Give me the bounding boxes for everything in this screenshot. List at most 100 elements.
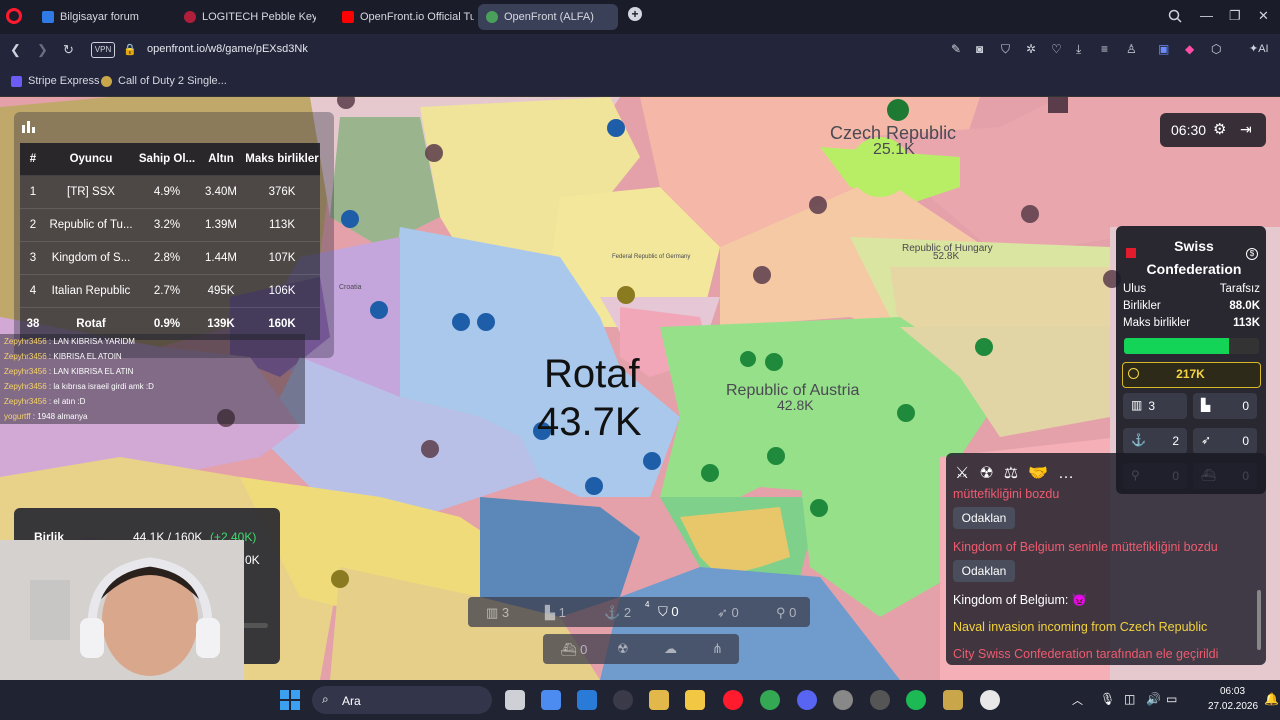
chat-user: Zepyhr3456 <box>4 382 47 391</box>
focus-button[interactable]: Odaklan <box>953 507 1015 529</box>
nuke-filter-icon[interactable]: ☢ <box>979 465 1003 482</box>
bookmark-label: Stripe Express <box>28 75 100 87</box>
back-button[interactable]: ❮ <box>10 42 21 58</box>
opera-logo-icon[interactable] <box>6 8 22 24</box>
atom-bomb-icon[interactable]: ☢ <box>617 641 629 657</box>
build-factory-button[interactable]: ▙ 1 <box>545 605 566 621</box>
stat-missiles: ➶ 0 <box>1193 428 1257 454</box>
column-player[interactable]: Oyuncu <box>46 143 136 176</box>
stat-value: 0 <box>1242 399 1249 413</box>
focus-button[interactable]: Odaklan <box>953 560 1015 582</box>
chat-filter-icon[interactable]: … <box>1058 465 1084 482</box>
bookmark-call-of-duty[interactable]: Call of Duty 2 Single... <box>101 75 227 87</box>
forward-button[interactable]: ❯ <box>37 42 48 58</box>
camera-icon[interactable]: ◙ <box>976 42 983 56</box>
tab-openfront-alfa[interactable]: OpenFront (ALFA) <box>478 4 618 30</box>
tab-bilgisayar-forum[interactable]: Bilgisayar forum <box>34 4 174 30</box>
volume-icon[interactable]: 🔊 <box>1146 692 1161 706</box>
table-row[interactable]: 2 Republic of Tu... 3.2% 1.39M 113K <box>20 208 320 242</box>
new-tab-button[interactable]: + <box>628 7 642 21</box>
info-icon[interactable]: $ <box>1246 248 1258 260</box>
owned-cell: 4.9% <box>136 175 198 209</box>
extension-icon[interactable]: ✲ <box>1026 42 1036 56</box>
build-warship-button[interactable]: ⛴ 0 <box>560 642 587 658</box>
microphone-icon[interactable]: 🎙 <box>1100 692 1115 706</box>
reload-button[interactable]: ↻ <box>63 42 74 58</box>
shield-icon[interactable]: ⛉ <box>1001 42 1010 57</box>
row-label: Maks birlikler <box>1123 317 1191 329</box>
alliance-filter-icon[interactable]: 🤝 <box>1028 465 1058 482</box>
tray-chevron-icon[interactable]: ︿ <box>1072 692 1083 708</box>
heart-icon[interactable]: ♡ <box>1051 42 1062 56</box>
build-port-button[interactable]: ⚓ 2 <box>604 605 631 621</box>
chat-message: LAN KIBRISA YARIDM <box>53 337 135 346</box>
spotify-icon[interactable] <box>906 690 926 710</box>
gold-value: 217K <box>1176 367 1205 381</box>
game-timer: 06:30 <box>1171 122 1207 138</box>
download-icon[interactable]: ⤓ <box>1076 42 1081 57</box>
tab-logitech[interactable]: LOGITECH Pebble Keys 2 K <box>176 4 316 30</box>
lock-icon[interactable]: 🔒 <box>123 43 137 56</box>
column-rank[interactable]: # <box>20 143 46 176</box>
url-field[interactable]: openfront.io/w8/game/pEXsd3Nk <box>147 43 308 55</box>
extension-pink-icon[interactable]: ◆ <box>1185 42 1194 56</box>
row-value: 113K <box>1233 317 1260 329</box>
build-defense-button[interactable]: ⛉ 0 <box>658 604 679 620</box>
game-launcher-icon[interactable] <box>943 690 963 710</box>
bookmark-stripe-express[interactable]: Stripe Express <box>11 75 100 87</box>
battery-icon[interactable]: ▭ <box>1166 692 1177 706</box>
table-row[interactable]: 4 Italian Republic 2.7% 495K 106K <box>20 274 320 308</box>
vpn-badge[interactable]: VPN <box>91 42 115 58</box>
task-view-icon[interactable] <box>505 690 525 710</box>
trade-filter-icon[interactable]: ⚖ <box>1004 465 1028 482</box>
profile-icon[interactable]: ♙ <box>1126 42 1137 56</box>
hydrogen-bomb-icon[interactable]: ☁ <box>664 641 677 657</box>
windows-start-icon[interactable] <box>280 690 300 710</box>
exit-icon[interactable]: ⇥ <box>1240 121 1252 138</box>
discord-icon[interactable] <box>797 690 817 710</box>
table-row[interactable]: 3 Kingdom of S... 2.8% 1.44M 107K <box>20 241 320 275</box>
notes-icon[interactable] <box>649 690 669 710</box>
opera-taskbar-icon[interactable] <box>723 690 743 710</box>
taskbar-search[interactable] <box>312 686 492 714</box>
nation-name: Swiss Confederation <box>1146 238 1242 277</box>
file-explorer-icon[interactable] <box>685 690 705 710</box>
events-scrollbar[interactable] <box>1257 590 1261 650</box>
taskbar-time[interactable]: 06:03 <box>1220 686 1245 697</box>
column-max-troops[interactable]: Maks birlikler <box>244 143 320 176</box>
tab-openfront-tutorial[interactable]: OpenFront.io Official Tuto <box>334 4 474 30</box>
cube-icon[interactable]: ⬡ <box>1211 42 1221 56</box>
table-row[interactable]: 1 [TR] SSX 4.9% 3.40M 376K <box>20 175 320 209</box>
search-icon[interactable] <box>1168 9 1182 23</box>
mirv-icon[interactable]: ⋔ <box>712 641 723 657</box>
translate-icon[interactable]: ▣ <box>1158 42 1169 56</box>
close-button[interactable]: ✕ <box>1258 8 1269 24</box>
media-player-icon[interactable] <box>613 690 633 710</box>
column-owned[interactable]: Sahip Ol... <box>136 143 198 176</box>
build-city-button[interactable]: ▥ 3 <box>486 605 509 621</box>
menu-icon[interactable]: ≡ <box>1101 42 1108 56</box>
sword-filter-icon[interactable]: ⚔ <box>955 465 979 482</box>
restore-button[interactable]: ❐ <box>1229 8 1241 24</box>
chrome-icon[interactable] <box>760 690 780 710</box>
network-icon[interactable]: ◫ <box>1124 692 1135 706</box>
mail-icon[interactable] <box>577 690 597 710</box>
build-missile-button[interactable]: ➶ 0 <box>717 605 739 621</box>
minimize-button[interactable]: — <box>1200 8 1213 23</box>
app-tray-icon[interactable] <box>980 690 1000 710</box>
leaderboard-chart-icon[interactable] <box>22 121 36 133</box>
chat-user: Zepyhr3456 <box>4 337 47 346</box>
ai-button[interactable]: ✦AI <box>1249 42 1269 55</box>
event-line: City Swiss Confederation tarafından ele … <box>953 647 1219 661</box>
column-gold[interactable]: Altın <box>198 143 244 176</box>
ai-label: AI <box>1258 43 1269 55</box>
edit-icon[interactable]: ✎ <box>951 42 961 56</box>
rank-cell: 1 <box>20 175 46 209</box>
build-sam-button[interactable]: ⚲ 0 <box>776 605 796 621</box>
store-icon[interactable] <box>541 690 561 710</box>
notification-icon[interactable]: 🔔 <box>1264 692 1279 706</box>
settings-icon[interactable] <box>833 690 853 710</box>
taskbar-date[interactable]: 27.02.2026 <box>1208 701 1258 712</box>
app-icon[interactable] <box>870 690 890 710</box>
settings-gear-icon[interactable]: ⚙ <box>1213 120 1226 138</box>
